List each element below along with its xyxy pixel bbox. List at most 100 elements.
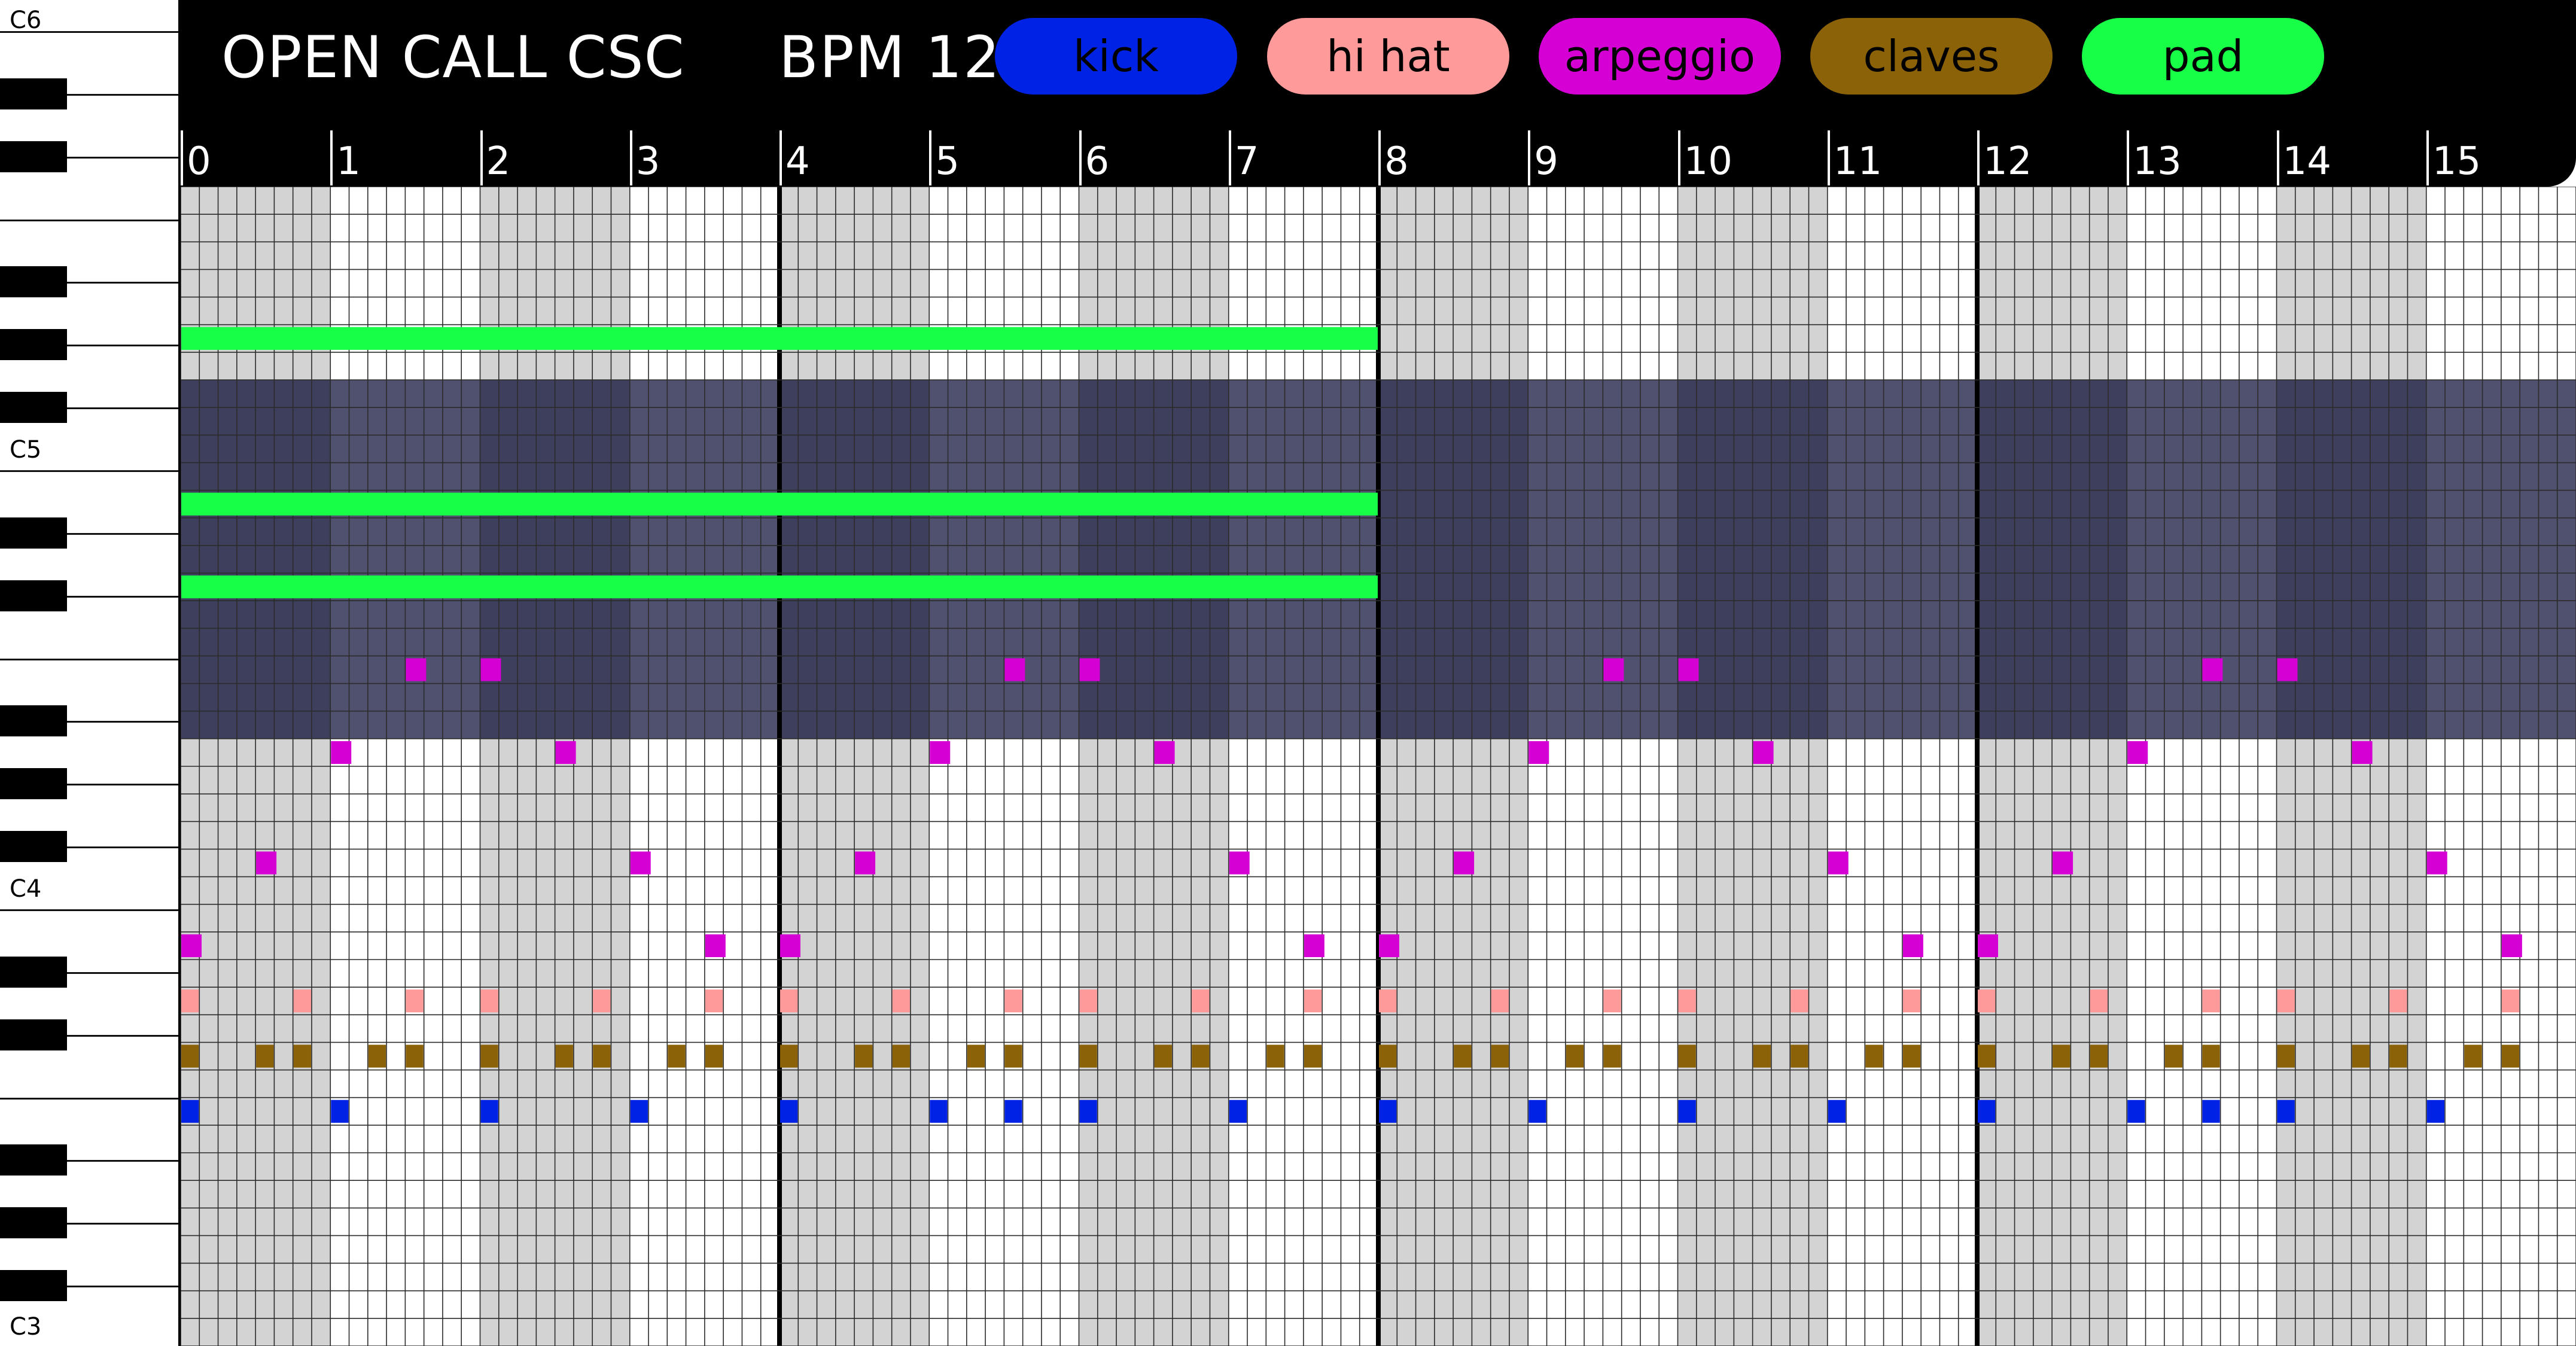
kick-note[interactable] bbox=[331, 1100, 349, 1123]
hi-hat-note[interactable] bbox=[2202, 989, 2220, 1013]
bar-number-10[interactable]: 10 bbox=[1684, 140, 1732, 183]
claves-note[interactable] bbox=[1079, 1044, 1097, 1068]
hi-hat-note[interactable] bbox=[892, 989, 910, 1013]
arpeggio-note[interactable] bbox=[1004, 658, 1025, 681]
arpeggio-note[interactable] bbox=[2352, 741, 2373, 764]
hi-hat-note[interactable] bbox=[593, 989, 611, 1013]
black-key[interactable] bbox=[0, 141, 67, 172]
claves-note[interactable] bbox=[480, 1044, 498, 1068]
black-key[interactable] bbox=[0, 768, 67, 800]
hi-hat-note[interactable] bbox=[780, 989, 798, 1013]
kick-note[interactable] bbox=[1678, 1100, 1696, 1123]
bar-number-12[interactable]: 12 bbox=[1983, 140, 2032, 183]
arpeggio-note[interactable] bbox=[1079, 658, 1100, 681]
claves-note[interactable] bbox=[780, 1044, 798, 1068]
arpeggio-note[interactable] bbox=[930, 741, 951, 764]
claves-note[interactable] bbox=[1978, 1044, 1996, 1068]
hi-hat-note[interactable] bbox=[1791, 989, 1808, 1013]
arpeggio-note[interactable] bbox=[1678, 658, 1699, 681]
black-key[interactable] bbox=[0, 329, 67, 361]
kick-note[interactable] bbox=[630, 1100, 648, 1123]
hi-hat-note[interactable] bbox=[1004, 989, 1022, 1013]
hi-hat-note[interactable] bbox=[480, 989, 498, 1013]
arpeggio-note[interactable] bbox=[1229, 851, 1250, 875]
instrument-button-claves[interactable]: claves bbox=[1810, 18, 2053, 95]
claves-note[interactable] bbox=[2202, 1044, 2220, 1068]
claves-note[interactable] bbox=[1004, 1044, 1022, 1068]
black-key[interactable] bbox=[0, 517, 67, 549]
claves-note[interactable] bbox=[1154, 1044, 1172, 1068]
bar-number-9[interactable]: 9 bbox=[1534, 140, 1558, 183]
bar-number-3[interactable]: 3 bbox=[636, 140, 660, 183]
hi-hat-note[interactable] bbox=[1678, 989, 1696, 1013]
arpeggio-note[interactable] bbox=[2053, 851, 2073, 875]
black-key[interactable] bbox=[0, 266, 67, 298]
kick-note[interactable] bbox=[1528, 1100, 1546, 1123]
claves-note[interactable] bbox=[256, 1044, 274, 1068]
claves-note[interactable] bbox=[1603, 1044, 1621, 1068]
black-key[interactable] bbox=[0, 78, 67, 109]
arpeggio-note[interactable] bbox=[331, 741, 352, 764]
hi-hat-note[interactable] bbox=[181, 989, 199, 1013]
claves-note[interactable] bbox=[1491, 1044, 1509, 1068]
claves-note[interactable] bbox=[2464, 1044, 2482, 1068]
hi-hat-note[interactable] bbox=[1192, 989, 1210, 1013]
kick-note[interactable] bbox=[1004, 1100, 1022, 1123]
arpeggio-note[interactable] bbox=[1304, 934, 1324, 957]
hi-hat-note[interactable] bbox=[406, 989, 424, 1013]
arpeggio-note[interactable] bbox=[705, 934, 726, 957]
claves-note[interactable] bbox=[1865, 1044, 1883, 1068]
bar-number-4[interactable]: 4 bbox=[785, 140, 810, 183]
claves-note[interactable] bbox=[855, 1044, 873, 1068]
claves-note[interactable] bbox=[1753, 1044, 1771, 1068]
instrument-button-hi-hat[interactable]: hi hat bbox=[1267, 18, 1509, 95]
claves-note[interactable] bbox=[1192, 1044, 1210, 1068]
arpeggio-note[interactable] bbox=[480, 658, 501, 681]
arpeggio-note[interactable] bbox=[2202, 658, 2223, 681]
bar-number-7[interactable]: 7 bbox=[1235, 140, 1259, 183]
hi-hat-note[interactable] bbox=[2389, 989, 2407, 1013]
claves-note[interactable] bbox=[181, 1044, 199, 1068]
claves-note[interactable] bbox=[1454, 1044, 1472, 1068]
kick-note[interactable] bbox=[780, 1100, 798, 1123]
arpeggio-note[interactable] bbox=[630, 851, 651, 875]
bar-number-11[interactable]: 11 bbox=[1834, 140, 1882, 183]
claves-note[interactable] bbox=[1678, 1044, 1696, 1068]
black-key[interactable] bbox=[0, 1019, 67, 1050]
hi-hat-note[interactable] bbox=[705, 989, 723, 1013]
kick-note[interactable] bbox=[1379, 1100, 1397, 1123]
arpeggio-note[interactable] bbox=[855, 851, 876, 875]
claves-note[interactable] bbox=[1902, 1044, 1921, 1068]
pad-note[interactable] bbox=[181, 492, 1378, 516]
black-key[interactable] bbox=[0, 392, 67, 424]
claves-note[interactable] bbox=[2164, 1044, 2183, 1068]
claves-note[interactable] bbox=[555, 1044, 573, 1068]
bar-number-2[interactable]: 2 bbox=[486, 140, 511, 183]
pad-note[interactable] bbox=[181, 575, 1378, 599]
claves-note[interactable] bbox=[2053, 1044, 2070, 1068]
arpeggio-note[interactable] bbox=[1154, 741, 1175, 764]
arpeggio-note[interactable] bbox=[1753, 741, 1774, 764]
arpeggio-note[interactable] bbox=[1902, 934, 1923, 957]
kick-note[interactable] bbox=[2202, 1100, 2220, 1123]
claves-note[interactable] bbox=[892, 1044, 910, 1068]
black-key[interactable] bbox=[0, 1270, 67, 1302]
kick-note[interactable] bbox=[2277, 1100, 2295, 1123]
hi-hat-note[interactable] bbox=[1304, 989, 1322, 1013]
instrument-button-arpeggio[interactable]: arpeggio bbox=[1539, 18, 1781, 95]
piano-roll-grid[interactable] bbox=[181, 187, 2576, 1346]
hi-hat-note[interactable] bbox=[1978, 989, 1996, 1013]
black-key[interactable] bbox=[0, 705, 67, 737]
claves-note[interactable] bbox=[2090, 1044, 2108, 1068]
arpeggio-note[interactable] bbox=[1603, 658, 1624, 681]
claves-note[interactable] bbox=[2277, 1044, 2295, 1068]
black-key[interactable] bbox=[0, 1144, 67, 1176]
arpeggio-note[interactable] bbox=[555, 741, 576, 764]
black-key[interactable] bbox=[0, 580, 67, 611]
claves-note[interactable] bbox=[1379, 1044, 1397, 1068]
claves-note[interactable] bbox=[406, 1044, 424, 1068]
kick-note[interactable] bbox=[480, 1100, 498, 1123]
claves-note[interactable] bbox=[293, 1044, 311, 1068]
arpeggio-note[interactable] bbox=[256, 851, 277, 875]
instrument-button-pad[interactable]: pad bbox=[2082, 18, 2324, 95]
